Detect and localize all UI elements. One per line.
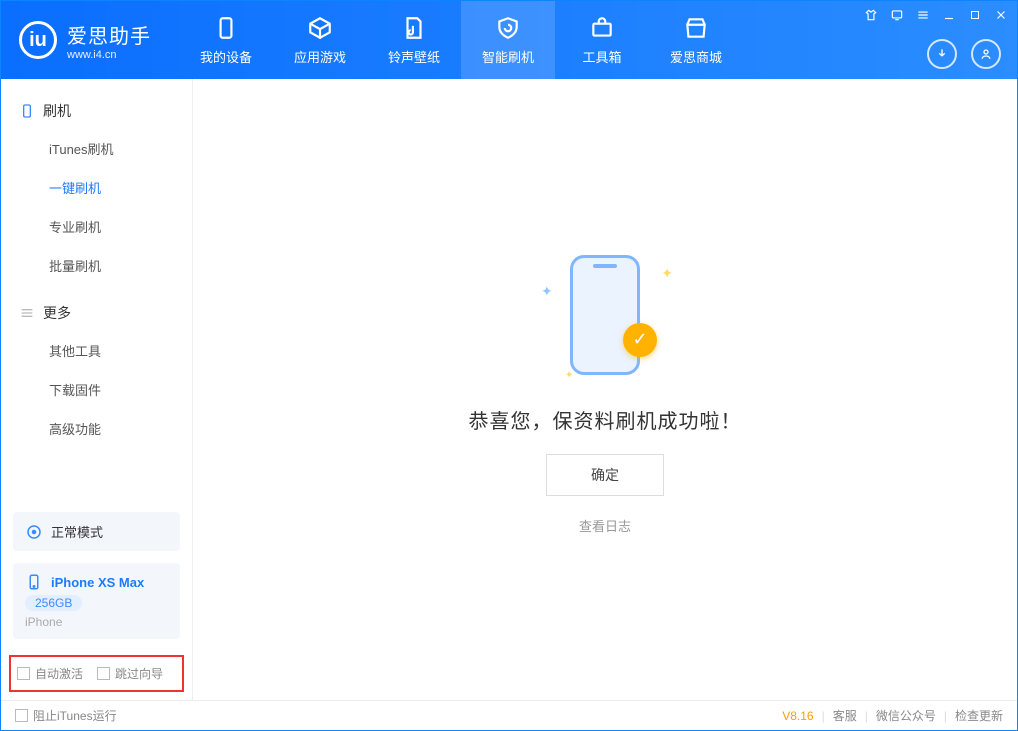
music-file-icon: [401, 15, 427, 41]
ok-button[interactable]: 确定: [546, 454, 664, 496]
sparkle-icon: ✦: [661, 265, 673, 282]
checkbox-label: 自动激活: [35, 665, 83, 682]
header-right-buttons: [927, 39, 1001, 69]
link-check-update[interactable]: 检查更新: [955, 707, 1003, 724]
sidebar-section-more: 更多: [1, 295, 192, 331]
header: iu 爱思助手 www.i4.cn 我的设备 应用游戏 铃声壁纸 智能刷机 工具…: [1, 1, 1017, 79]
sidebar-item-advanced[interactable]: 高级功能: [1, 409, 192, 448]
nav-my-device[interactable]: 我的设备: [179, 1, 273, 79]
logo-icon: iu: [19, 21, 57, 59]
nav-label: 工具箱: [582, 47, 621, 66]
link-service[interactable]: 客服: [833, 707, 857, 724]
checkbox-block-itunes[interactable]: 阻止iTunes运行: [15, 707, 117, 724]
sidebar-item-itunes-flash[interactable]: iTunes刷机: [1, 129, 192, 168]
check-badge-icon: ✓: [623, 323, 657, 357]
feedback-icon[interactable]: [889, 7, 905, 23]
close-icon[interactable]: [993, 7, 1009, 23]
app-name: 爱思助手: [67, 20, 151, 49]
success-illustration: ✓ ✦ ✦ ✦: [535, 245, 675, 385]
device-icon: [213, 15, 239, 41]
refresh-shield-icon: [495, 15, 521, 41]
toolbox-icon: [589, 15, 615, 41]
mode-icon: [25, 523, 43, 541]
menu-icon[interactable]: [915, 7, 931, 23]
main-content: ✓ ✦ ✦ ✦ 恭喜您，保资料刷机成功啦！ 确定 查看日志: [193, 79, 1017, 700]
sidebar-item-other-tools[interactable]: 其他工具: [1, 331, 192, 370]
view-log-link[interactable]: 查看日志: [579, 516, 631, 535]
nav-label: 智能刷机: [482, 47, 534, 66]
phone-icon: [19, 103, 35, 119]
app-url: www.i4.cn: [67, 49, 151, 61]
success-message: 恭喜您，保资料刷机成功啦！: [469, 405, 742, 434]
statusbar: 阻止iTunes运行 V8.16 | 客服 | 微信公众号 | 检查更新: [1, 700, 1017, 730]
checkbox-label: 阻止iTunes运行: [33, 707, 117, 724]
mode-label: 正常模式: [51, 522, 103, 541]
sidebar-item-oneclick-flash[interactable]: 一键刷机: [1, 168, 192, 207]
sidebar-item-download-firmware[interactable]: 下载固件: [1, 370, 192, 409]
nav-store[interactable]: 爱思商城: [649, 1, 743, 79]
sidebar: 刷机 iTunes刷机 一键刷机 专业刷机 批量刷机 更多 其他工具 下载固件 …: [1, 79, 193, 700]
sparkle-icon: ✦: [565, 370, 573, 381]
nav-toolbox[interactable]: 工具箱: [555, 1, 649, 79]
device-phone-icon: [25, 573, 43, 591]
nav-label: 爱思商城: [670, 47, 722, 66]
device-name: iPhone XS Max: [51, 575, 144, 590]
mode-card[interactable]: 正常模式: [13, 512, 180, 551]
minimize-icon[interactable]: [941, 7, 957, 23]
device-type: iPhone: [25, 615, 168, 629]
titlebar-controls: [863, 7, 1009, 23]
nav-label: 应用游戏: [294, 47, 346, 66]
nav-ringtone-wallpaper[interactable]: 铃声壁纸: [367, 1, 461, 79]
download-button[interactable]: [927, 39, 957, 69]
checkbox-label: 跳过向导: [115, 665, 163, 682]
nav-label: 铃声壁纸: [388, 47, 440, 66]
list-icon: [19, 305, 35, 321]
account-button[interactable]: [971, 39, 1001, 69]
version-label: V8.16: [782, 709, 813, 723]
link-wechat[interactable]: 微信公众号: [876, 707, 936, 724]
logo: iu 爱思助手 www.i4.cn: [1, 1, 169, 79]
maximize-icon[interactable]: [967, 7, 983, 23]
checkbox-skip-guide[interactable]: 跳过向导: [97, 665, 163, 682]
sparkle-icon: ✦: [541, 283, 553, 300]
sidebar-item-pro-flash[interactable]: 专业刷机: [1, 207, 192, 246]
store-icon: [683, 15, 709, 41]
flash-options-box: 自动激活 跳过向导: [9, 655, 184, 692]
sidebar-section-flash: 刷机: [1, 93, 192, 129]
nav-label: 我的设备: [200, 47, 252, 66]
nav-apps-games[interactable]: 应用游戏: [273, 1, 367, 79]
checkbox-auto-activate[interactable]: 自动激活: [17, 665, 83, 682]
cube-icon: [307, 15, 333, 41]
nav-smart-flash[interactable]: 智能刷机: [461, 1, 555, 79]
shirt-icon[interactable]: [863, 7, 879, 23]
sidebar-item-batch-flash[interactable]: 批量刷机: [1, 246, 192, 285]
top-nav: 我的设备 应用游戏 铃声壁纸 智能刷机 工具箱 爱思商城: [179, 1, 743, 79]
section-title: 更多: [43, 303, 71, 323]
device-card[interactable]: iPhone XS Max 256GB iPhone: [13, 563, 180, 639]
section-title: 刷机: [43, 101, 71, 121]
device-capacity-badge: 256GB: [25, 595, 82, 611]
